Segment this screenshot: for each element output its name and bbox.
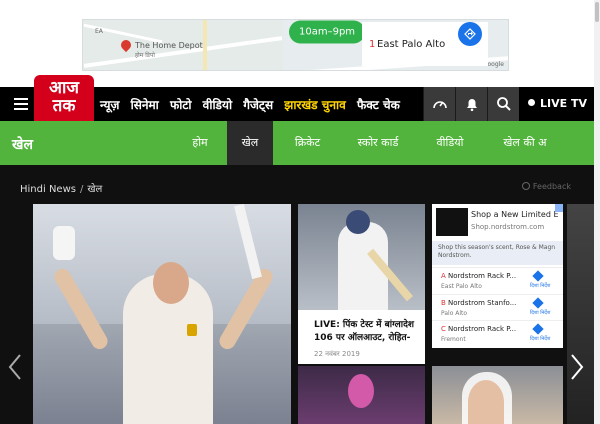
location-letter: A [441, 272, 446, 280]
chevron-right-icon[interactable] [570, 353, 584, 381]
nav-item[interactable]: वीडियो [203, 98, 232, 112]
speedometer-icon[interactable] [423, 87, 455, 121]
nav-item[interactable]: फोटो [170, 98, 192, 112]
location-letter: B [441, 299, 446, 307]
scrollbar[interactable] [594, 0, 600, 424]
nav-item[interactable]: सिनेमा [131, 98, 159, 112]
directions-label[interactable]: दिशा निर्देश [530, 310, 550, 316]
main-nav: न्यूज़ सिनेमा फोटो वीडियो गैजेट्स झारखंड… [100, 96, 407, 113]
ad-choices-icon[interactable] [555, 204, 563, 212]
search-icon[interactable] [487, 87, 519, 121]
feedback-icon [521, 182, 530, 190]
ad-description: Shop this season's scent, Rose & Magn No… [432, 241, 563, 265]
map-place-left: EA [95, 28, 103, 35]
nav-item[interactable]: न्यूज़ [100, 98, 119, 112]
location-name: Nordstrom Rack P... [448, 325, 517, 333]
news-card-image[interactable] [432, 366, 563, 424]
location-city: Palo Alto [441, 310, 468, 317]
feedback-link[interactable]: Feedback [521, 182, 571, 191]
map-road [203, 20, 207, 70]
location-name: Nordstrom Rack P... [448, 272, 517, 280]
section-title: खेल [12, 137, 33, 153]
glove [53, 226, 75, 260]
directions-label[interactable]: दिशा निर्देश [530, 283, 550, 289]
result-number: 1 [369, 39, 376, 50]
ad-location-row[interactable]: B Nordstrom Stanfo... Palo Alto दिशा निर… [432, 294, 563, 320]
map-place-sub: होम डिपो [135, 52, 155, 59]
breadcrumb-current: खेल [87, 184, 103, 195]
directions-icon[interactable] [532, 270, 544, 282]
live-dot-icon [528, 99, 535, 106]
ad-headline[interactable]: Shop a New Limited E [471, 210, 559, 219]
nav-item[interactable]: फैक्ट चेक [357, 98, 400, 112]
ad-map: EA The Home Depot होम डिपो [83, 20, 283, 70]
ad-url[interactable]: Shop.nordstrom.com [471, 223, 544, 231]
nav-item[interactable]: गैजेट्स [243, 98, 273, 112]
map-place-label: The Home Depot [135, 41, 203, 50]
tab-sports[interactable]: खेल [227, 121, 273, 165]
news-card-title[interactable]: LIVE: पिंक टेस्ट में बांग्लादेश 106 पर ऑ… [314, 319, 420, 345]
tab-video[interactable]: वीडियो [425, 121, 475, 165]
sports-nav: खेल होम खेल क्रिकेट स्कोर कार्ड वीडियो ख… [0, 121, 600, 165]
news-card-image [298, 204, 425, 310]
logo-line2: तक [52, 96, 76, 116]
breadcrumb-home[interactable]: Hindi News [20, 184, 76, 195]
ad-description-line: Nordstrom. [438, 252, 472, 259]
location-city: Fremont [441, 336, 466, 343]
news-card[interactable]: LIVE: पिंक टेस्ट में बांग्लादेश 106 पर ऑ… [298, 204, 425, 364]
side-ad[interactable]: Shop a New Limited E Shop.nordstrom.com … [432, 204, 563, 348]
tab-scorecard[interactable]: स्कोर कार्ड [348, 121, 408, 165]
directions-icon[interactable] [532, 297, 544, 309]
news-card-date: 22 नवंबर 2019 [314, 350, 360, 358]
hours-pill[interactable]: 10am–9pm [289, 20, 366, 44]
directions-label[interactable]: दिशा निर्देश [530, 336, 550, 342]
ad-location-row[interactable]: C Nordstrom Rack P... Fremont दिशा निर्द… [432, 320, 563, 346]
ad-location-row[interactable]: A Nordstrom Rack P... East Palo Alto दिश… [432, 267, 563, 293]
news-card-image[interactable] [298, 366, 425, 424]
tab-more[interactable]: खेल की अ [490, 121, 560, 165]
breadcrumb: Hindi News / खेल [20, 181, 102, 195]
map-pin-icon [118, 37, 134, 53]
feedback-label: Feedback [532, 182, 571, 191]
bell-icon[interactable] [455, 87, 487, 121]
logo-line1: आज [49, 78, 79, 98]
site-logo[interactable]: आज तक [34, 75, 94, 121]
result-city: East Palo Alto [377, 39, 446, 50]
location-letter: C [441, 325, 446, 333]
tab-cricket[interactable]: क्रिकेट [285, 121, 330, 165]
breadcrumb-separator: / [79, 184, 84, 195]
hero-image[interactable] [33, 204, 291, 424]
tab-home[interactable]: होम [180, 121, 220, 165]
location-city: East Palo Alto [441, 283, 482, 290]
chevron-left-icon[interactable] [8, 353, 22, 381]
ad-description-line: Shop this season's scent, Rose & Magn [438, 244, 556, 251]
live-tv-button[interactable]: LIVE TV [528, 97, 587, 110]
nav-item-highlight[interactable]: झारखंड चुनाव [284, 98, 346, 112]
advertiser-logo [436, 208, 468, 236]
live-tv-label: LIVE TV [540, 97, 587, 110]
scrollbar-thumb[interactable] [595, 2, 599, 22]
menu-icon[interactable] [14, 98, 28, 110]
directions-icon[interactable] [532, 323, 544, 335]
directions-icon[interactable] [458, 22, 482, 46]
location-name: Nordstrom Stanfo... [448, 299, 517, 307]
